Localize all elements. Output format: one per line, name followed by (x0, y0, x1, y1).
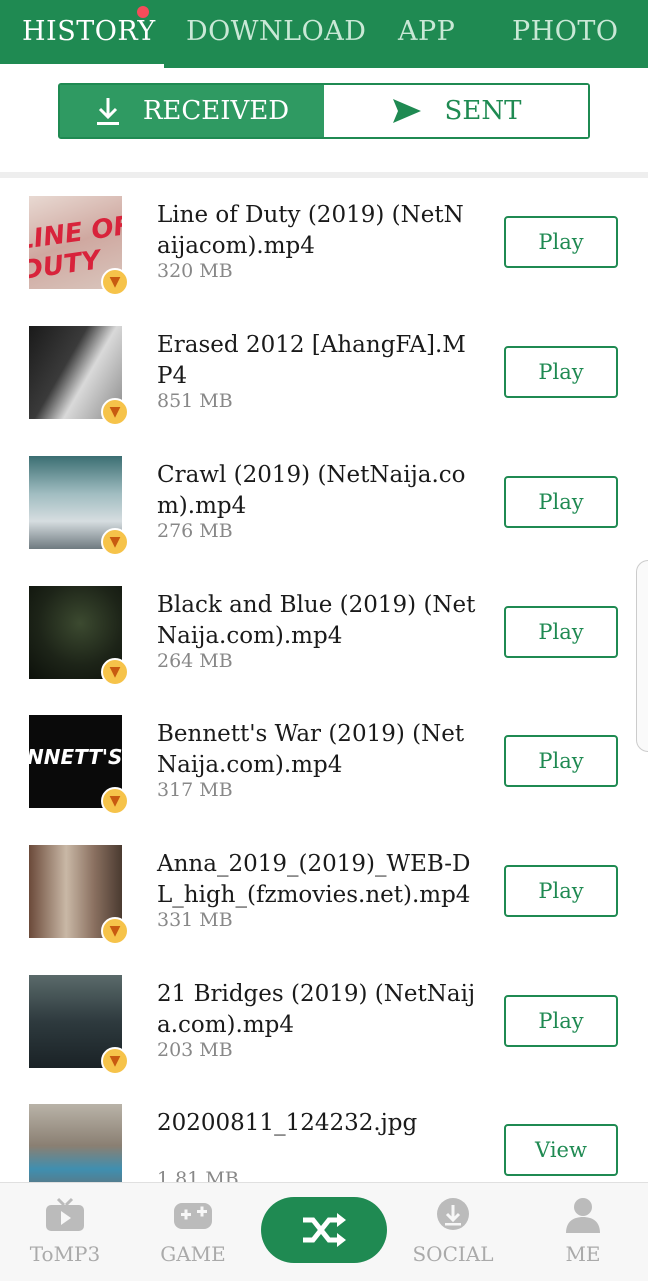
social-download-icon (437, 1198, 469, 1230)
fox-badge-icon: ▼ (101, 1047, 129, 1075)
nav-label: ToMP3 (29, 1242, 101, 1266)
send-icon (392, 99, 421, 123)
file-row[interactable]: ▼ Crawl (2019) (NetNaija.com).mp4 276 MB… (0, 456, 648, 586)
image-thumbnail (29, 1104, 122, 1182)
play-button[interactable]: Play (504, 865, 618, 917)
user-icon (566, 1198, 600, 1233)
file-row[interactable]: 20200811_124232.jpg 1.81 MB View (0, 1104, 648, 1182)
received-segment[interactable]: RECEIVED (60, 85, 324, 137)
file-title: Bennett's War (2019) (NetNaija.com).mp4 (157, 721, 465, 778)
play-button[interactable]: Play (504, 735, 618, 787)
nav-game[interactable]: GAME (138, 1197, 248, 1266)
tab-history[interactable]: HISTORY (22, 0, 156, 68)
file-title: Erased 2012 [AhangFA].MP4 (157, 332, 466, 389)
nav-social[interactable]: SOCIAL (398, 1197, 508, 1266)
play-button[interactable]: Play (504, 606, 618, 658)
bottom-nav: ToMP3 GAME SOCIAL ME (0, 1182, 648, 1281)
download-icon (96, 98, 119, 125)
fox-badge-icon: ▼ (101, 658, 129, 686)
tab-app[interactable]: APP (398, 0, 455, 68)
thumbnail-text: NNETT'S W (29, 745, 122, 769)
sent-segment[interactable]: SENT (324, 85, 588, 137)
sent-label: SENT (444, 96, 522, 126)
shuffle-icon (303, 1213, 346, 1247)
file-size: 331 MB (157, 909, 233, 931)
file-title: Black and Blue (2019) (NetNaija.com).mp4 (157, 592, 476, 649)
fox-badge-icon: ▼ (101, 268, 129, 296)
nav-me[interactable]: ME (528, 1197, 638, 1266)
side-drawer-handle[interactable] (636, 560, 648, 752)
play-button[interactable]: Play (504, 476, 618, 528)
play-button[interactable]: Play (504, 995, 618, 1047)
nav-label: SOCIAL (412, 1242, 494, 1266)
share-shuffle-button[interactable] (261, 1197, 387, 1263)
tab-download[interactable]: DOWNLOAD (186, 0, 366, 68)
file-row[interactable]: ▼ Erased 2012 [AhangFA].MP4 851 MB Play (0, 326, 648, 456)
file-size: 1.81 MB (157, 1168, 239, 1182)
file-title: 21 Bridges (2019) (NetNaija.com).mp4 (157, 981, 476, 1038)
fox-badge-icon: ▼ (101, 528, 129, 556)
active-tab-indicator (0, 64, 164, 68)
file-row[interactable]: LINE OF DUTY ▼ Line of Duty (2019) (NetN… (0, 196, 648, 326)
received-label: RECEIVED (142, 96, 290, 126)
gamepad-icon (174, 1203, 212, 1229)
file-title: 20200811_124232.jpg (157, 1110, 418, 1136)
nav-label: ME (565, 1242, 601, 1266)
file-size: 203 MB (157, 1039, 233, 1061)
file-size: 317 MB (157, 779, 233, 801)
file-title: Anna_2019_(2019)_WEB-DL_high_(fzmovies.n… (157, 851, 471, 908)
received-sent-toggle: RECEIVED SENT (58, 83, 590, 139)
file-size: 264 MB (157, 650, 233, 672)
file-title: Crawl (2019) (NetNaija.com).mp4 (157, 462, 466, 519)
fox-badge-icon: ▼ (101, 917, 129, 945)
file-row[interactable]: NNETT'S W ▼ Bennett's War (2019) (NetNai… (0, 715, 648, 845)
play-button[interactable]: Play (504, 346, 618, 398)
file-row[interactable]: ▼ Black and Blue (2019) (NetNaija.com).m… (0, 586, 648, 716)
file-size: 276 MB (157, 520, 233, 542)
file-row[interactable]: ▼ 21 Bridges (2019) (NetNaija.com).mp4 2… (0, 975, 648, 1105)
nav-label: GAME (160, 1242, 226, 1266)
file-size: 320 MB (157, 260, 233, 282)
file-title: Line of Duty (2019) (NetNaijacom).mp4 (157, 202, 464, 259)
section-divider (0, 172, 648, 178)
fox-badge-icon: ▼ (101, 398, 129, 426)
fox-badge-icon: ▼ (101, 787, 129, 815)
file-row[interactable]: ▼ Anna_2019_(2019)_WEB-DL_high_(fzmovies… (0, 845, 648, 975)
play-button[interactable]: Play (504, 216, 618, 268)
nav-tomp3[interactable]: ToMP3 (10, 1197, 120, 1266)
file-size: 851 MB (157, 390, 233, 412)
top-tab-bar: HISTORY DOWNLOAD APP PHOTO (0, 0, 648, 68)
notification-dot (137, 6, 149, 18)
tv-play-icon (46, 1197, 84, 1231)
tab-photo[interactable]: PHOTO (512, 0, 619, 68)
view-button[interactable]: View (504, 1124, 618, 1176)
